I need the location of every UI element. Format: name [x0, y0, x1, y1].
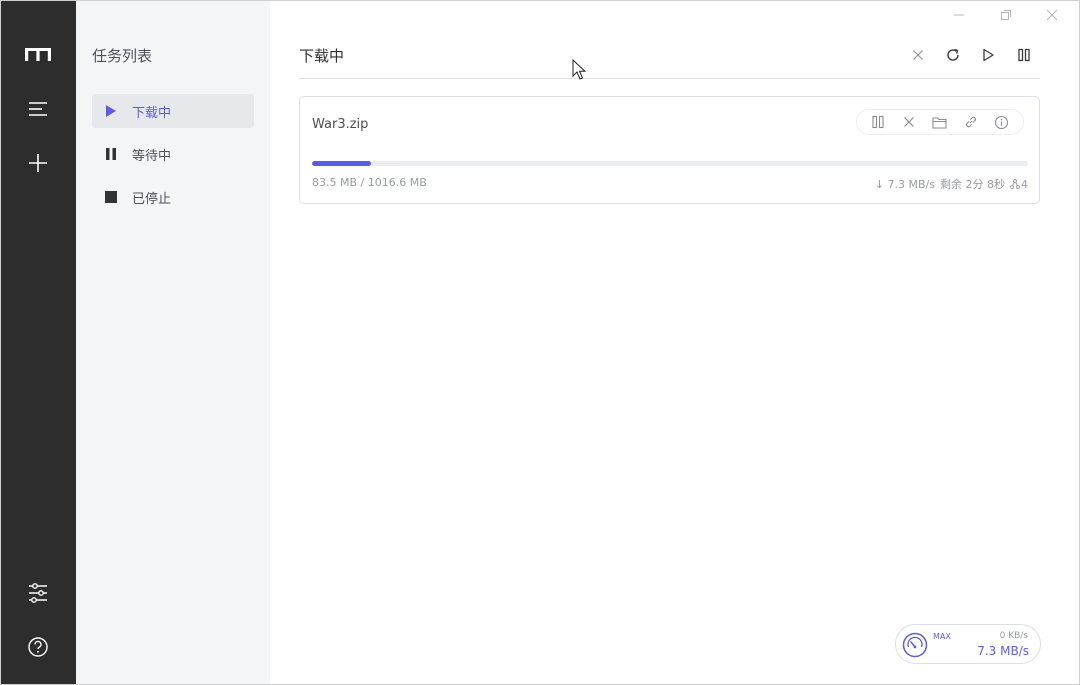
app-window: 任务列表 下载中 等待中 已停止 下载中 War3.zip 83.5 MB / …	[0, 0, 1080, 685]
task-status: ↓ 7.3 MB/s 剩余 2分 8秒 4	[875, 176, 1028, 192]
task-item[interactable]: War3.zip 83.5 MB / 1016.6 MB ↓ 7.3 MB/s …	[299, 96, 1040, 204]
sidebar-title: 任务列表	[92, 47, 153, 65]
pause-all-icon[interactable]	[1013, 44, 1035, 66]
task-toolbar	[856, 109, 1024, 135]
connections-count: 4	[1010, 178, 1028, 191]
main-content: 下载中 War3.zip 83.5 MB / 1016.6 MB ↓ 7.3 M…	[270, 1, 1079, 684]
header-divider	[299, 78, 1040, 79]
preferences-icon[interactable]	[18, 573, 58, 613]
progress-bar	[312, 161, 1028, 166]
pause-icon[interactable]	[868, 112, 888, 132]
sidebar-item-waiting[interactable]: 等待中	[92, 137, 254, 171]
folder-icon[interactable]	[930, 112, 950, 132]
task-name: War3.zip	[312, 117, 369, 132]
speed-mode: MAX	[933, 632, 951, 641]
total-download-speed: 7.3 MB/s	[977, 644, 1029, 658]
app-logo-icon[interactable]	[18, 34, 58, 74]
task-list-sidebar: 任务列表 下载中 等待中 已停止	[76, 1, 270, 684]
close-window-icon[interactable]	[1040, 5, 1064, 25]
clear-icon[interactable]	[907, 44, 929, 66]
sidebar-item-label: 已停止	[132, 191, 172, 207]
minimize-icon[interactable]	[947, 5, 971, 25]
sidebar-item-label: 等待中	[132, 148, 172, 164]
add-icon[interactable]	[18, 143, 58, 183]
app-nav	[1, 1, 76, 684]
sidebar-item-active[interactable]: 下载中	[92, 94, 254, 128]
speedometer-icon	[902, 632, 928, 658]
refresh-icon[interactable]	[942, 44, 964, 66]
link-icon[interactable]	[961, 112, 981, 132]
connections-value: 4	[1021, 177, 1028, 191]
delete-icon[interactable]	[899, 112, 919, 132]
download-speed: ↓ 7.3 MB/s	[874, 177, 935, 191]
pause-icon	[104, 147, 118, 161]
info-icon[interactable]	[992, 112, 1012, 132]
resume-all-icon[interactable]	[977, 44, 999, 66]
stop-icon	[104, 190, 118, 204]
task-size: 83.5 MB / 1016.6 MB	[312, 176, 427, 189]
sidebar-item-stopped[interactable]: 已停止	[92, 180, 254, 214]
remaining-time: 剩余 2分 8秒	[940, 178, 1005, 191]
sidebar-item-label: 下载中	[132, 105, 172, 121]
progress-fill	[312, 161, 371, 166]
help-icon[interactable]	[18, 627, 58, 667]
page-title: 下载中	[299, 47, 345, 65]
connections-icon	[1010, 179, 1020, 189]
maximize-icon[interactable]	[994, 5, 1018, 25]
play-icon	[104, 104, 118, 118]
menu-icon[interactable]	[18, 89, 58, 129]
upload-speed: 0 KB/s	[999, 631, 1028, 641]
speedometer[interactable]: MAX 0 KB/s 7.3 MB/s	[895, 624, 1041, 664]
